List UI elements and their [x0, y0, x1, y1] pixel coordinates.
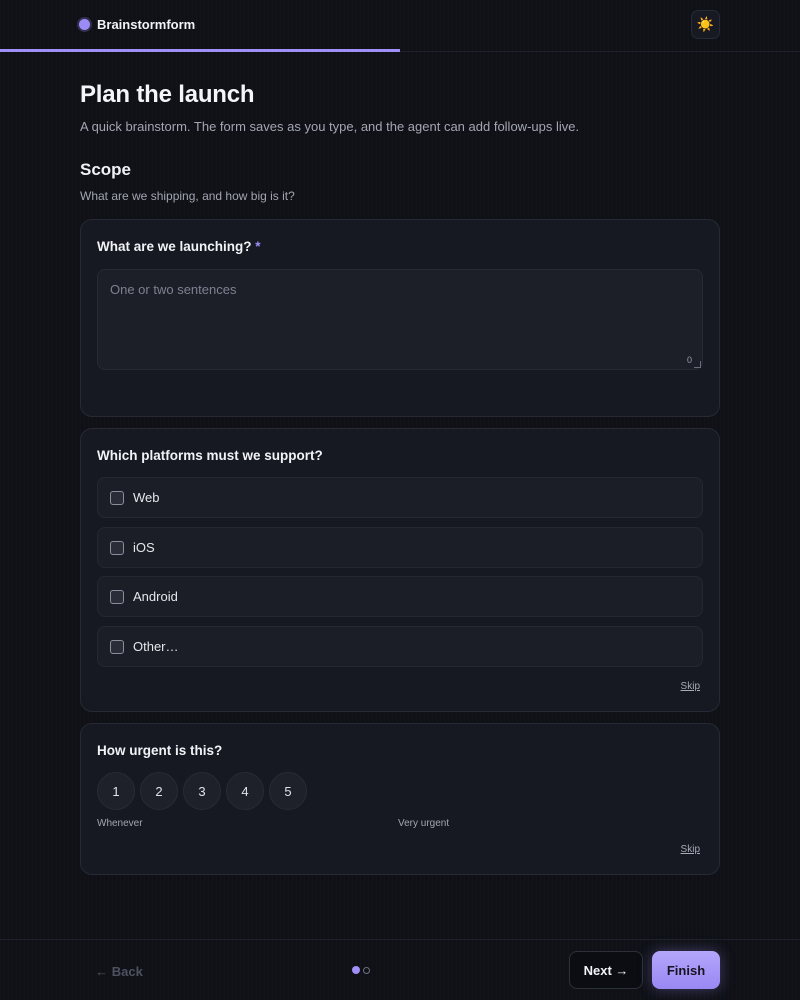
app-name: Brainstormform — [97, 17, 196, 32]
checkbox[interactable] — [110, 490, 124, 505]
character-count: 0 — [686, 355, 692, 365]
option-label: Web — [133, 490, 160, 505]
next-button[interactable]: Next → — [569, 951, 643, 989]
theme-toggle-button[interactable]: ☀️ — [691, 10, 720, 39]
rating-option-1[interactable]: 1 — [97, 772, 135, 810]
rating-option-2[interactable]: 2 — [140, 772, 178, 810]
question-label: How urgent is this? — [97, 743, 223, 758]
page-subtitle: A quick brainstorm. The form saves as yo… — [80, 119, 580, 134]
textarea-placeholder: One or two sentences — [110, 282, 237, 297]
resize-handle-icon[interactable] — [694, 361, 701, 368]
question-label: Which platforms must we support? — [97, 448, 323, 463]
checkbox[interactable] — [110, 639, 124, 654]
option-label: iOS — [133, 540, 155, 555]
step-dot — [363, 966, 370, 974]
step-dot-active — [352, 966, 360, 974]
checkbox[interactable] — [110, 540, 124, 555]
option-label: Other… — [133, 639, 179, 654]
section-subtitle: What are we shipping, and how big is it? — [80, 189, 295, 203]
launch-description-textarea[interactable]: One or two sentences 0 — [97, 269, 703, 370]
scale-min-label: Whenever — [97, 818, 143, 829]
brand-logo-dot-icon — [79, 19, 90, 30]
question-card-urgency: How urgent is this? 1 2 3 4 5 Whenever V… — [80, 723, 720, 875]
checkbox[interactable] — [110, 589, 124, 604]
option-ios[interactable]: iOS — [97, 527, 703, 568]
rating-option-4[interactable]: 4 — [226, 772, 264, 810]
finish-button[interactable]: Finish — [652, 951, 720, 989]
page-title: Plan the launch — [80, 81, 255, 108]
brand: Brainstormform — [79, 17, 195, 32]
scale-max-label: Very urgent — [398, 818, 450, 829]
option-other[interactable]: Other… — [97, 626, 703, 667]
question-card-launching: What are we launching? * One or two sent… — [80, 219, 720, 417]
option-label: Android — [133, 589, 178, 604]
progress-bar-fill — [0, 49, 400, 52]
section-title: Scope — [80, 160, 132, 179]
progress-bar — [0, 49, 800, 52]
skip-link[interactable]: Skip — [681, 681, 700, 692]
question-text: What are we launching? — [97, 239, 252, 254]
footer-nav: ← Back Next → Finish — [0, 939, 800, 1000]
option-web[interactable]: Web — [97, 477, 703, 518]
question-card-platforms: Which platforms must we support? Web iOS… — [80, 428, 720, 712]
option-android[interactable]: Android — [97, 576, 703, 617]
sun-icon: ☀️ — [696, 16, 715, 32]
skip-link[interactable]: Skip — [681, 844, 700, 855]
required-mark: * — [255, 239, 261, 254]
back-button[interactable]: ← Back — [80, 952, 158, 990]
step-indicator — [352, 966, 370, 974]
top-bar: Brainstormform ☀️ — [0, 0, 800, 52]
rating-option-5[interactable]: 5 — [269, 772, 307, 810]
question-label: What are we launching? * — [97, 239, 261, 254]
rating-option-3[interactable]: 3 — [183, 772, 221, 810]
